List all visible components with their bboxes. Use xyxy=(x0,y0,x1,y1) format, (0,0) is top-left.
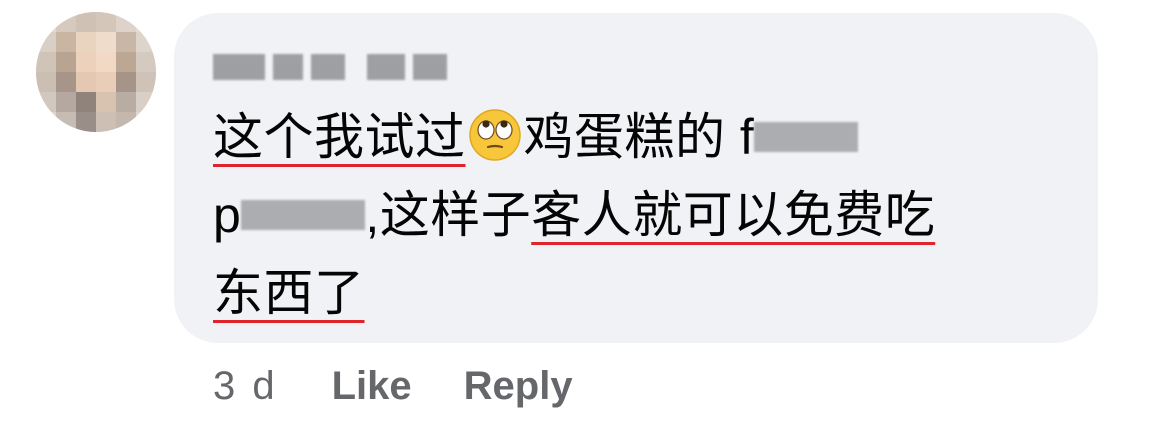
spellcheck-flagged-text: 客人就可以免费吃 xyxy=(531,187,936,243)
author-name-blurred xyxy=(367,54,405,80)
author-name-blurred xyxy=(273,54,303,80)
author-name-blurred xyxy=(413,54,447,80)
rolling-eyes-face-icon xyxy=(468,106,522,161)
comment-actions: 3 d Like Reply xyxy=(213,358,625,414)
comment-text-segment: ,这样子 xyxy=(365,187,532,243)
spellcheck-flagged-text: 这个我试过 xyxy=(213,109,466,165)
author-name[interactable] xyxy=(213,50,447,84)
comment-text-segment: p xyxy=(213,187,242,243)
comment-item: 这个我试过 鸡蛋糕的 f p ,这样子客人就可以免费吃 东西了 3 d Like … xyxy=(0,0,1170,421)
comment-line: 东西了 xyxy=(213,254,1083,332)
author-name-blurred xyxy=(311,54,345,80)
blurred-text xyxy=(754,122,859,152)
comment-text-segment: 鸡蛋糕的 f xyxy=(523,109,755,165)
blurred-text xyxy=(241,200,366,230)
spellcheck-flagged-text: 东西了 xyxy=(213,265,365,321)
reply-button[interactable]: Reply xyxy=(464,364,573,409)
author-name-blurred xyxy=(213,54,265,80)
comment-line: p ,这样子客人就可以免费吃 xyxy=(213,176,1083,254)
comment-line: 这个我试过 鸡蛋糕的 f xyxy=(213,98,1083,176)
comment-text: 这个我试过 鸡蛋糕的 f p ,这样子客人就可以免费吃 东西了 xyxy=(213,98,1083,332)
avatar[interactable] xyxy=(36,12,156,132)
like-button[interactable]: Like xyxy=(332,364,412,409)
timestamp[interactable]: 3 d xyxy=(213,364,278,409)
